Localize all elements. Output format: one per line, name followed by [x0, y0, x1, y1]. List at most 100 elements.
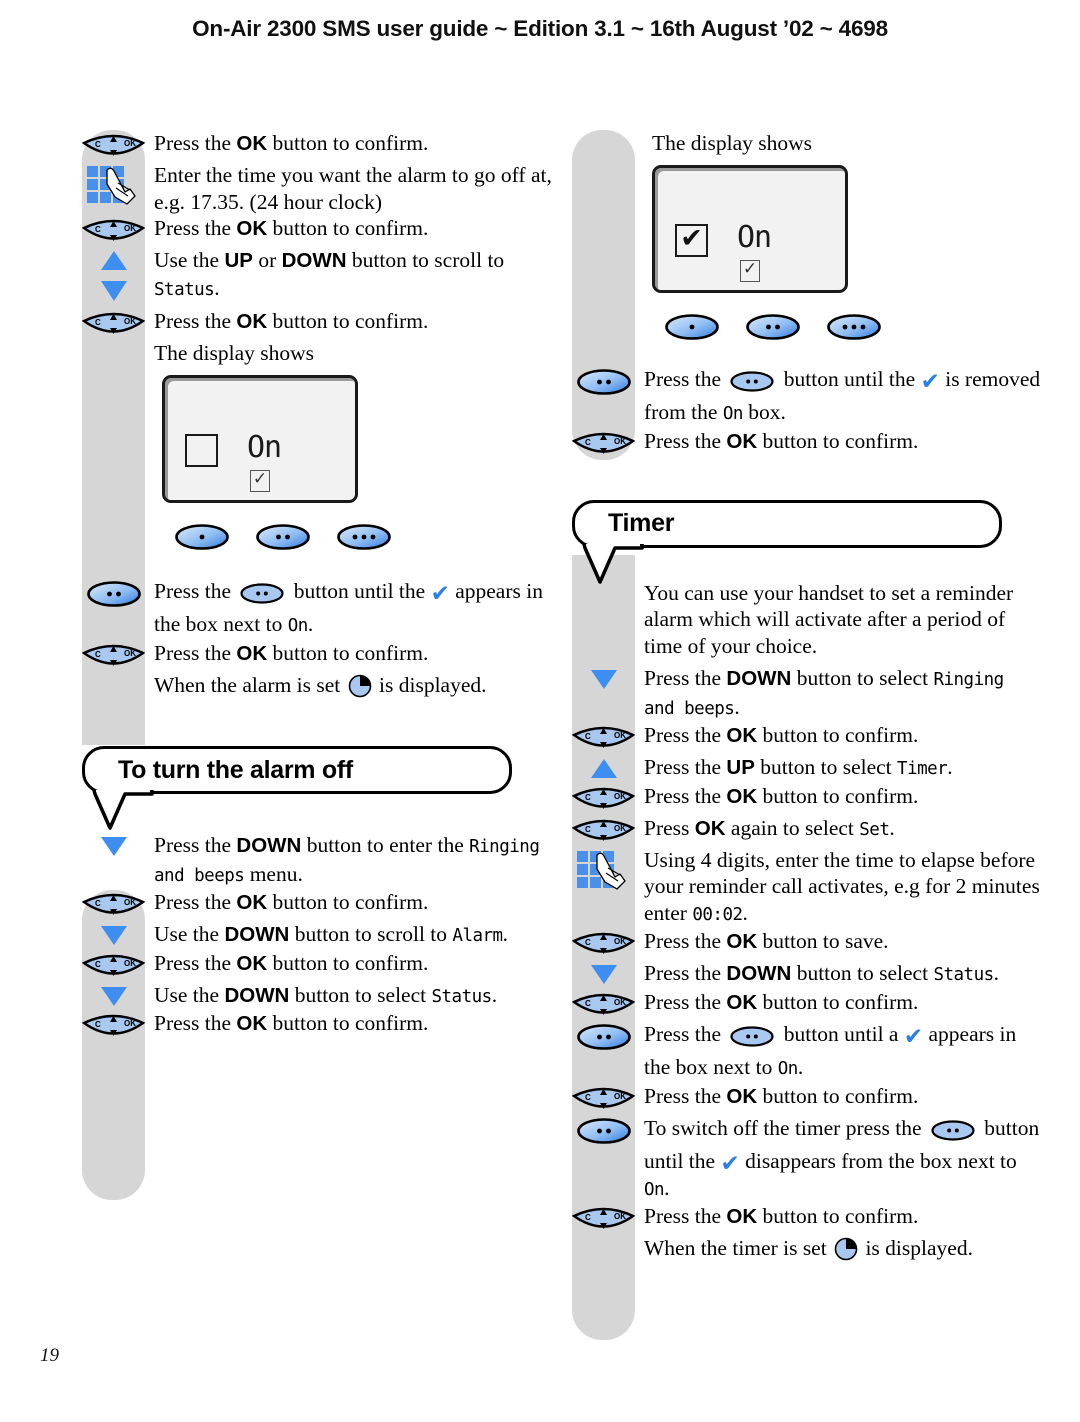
- ok-navigation-key-icon[interactable]: C OK: [82, 891, 145, 921]
- step-icon-slot: C OK: [572, 1083, 635, 1115]
- menu-item-name: Timer: [897, 759, 948, 779]
- emphasis: OK: [236, 132, 268, 155]
- timer-heading-bubble: Timer: [572, 499, 1002, 548]
- timer-intro-text: You can use your handset to set a remind…: [644, 580, 1014, 658]
- softkey-two-dot-icon[interactable]: [576, 1023, 632, 1056]
- ok-navigation-key-icon[interactable]: C OK: [82, 1012, 145, 1042]
- svg-text:OK: OK: [614, 998, 626, 1007]
- instruction-step: C OK Press the OK button to confirm.: [82, 130, 552, 162]
- softkey-three-dot-icon[interactable]: [826, 313, 882, 346]
- lcd-display-alarm-checked: ✔ On ✓: [652, 164, 848, 293]
- svg-text:C: C: [585, 1093, 591, 1102]
- instruction-step: C OK Press the OK button to confirm.: [572, 989, 1042, 1021]
- down-arrow-icon[interactable]: [100, 834, 128, 859]
- keypad-hand-icon[interactable]: [575, 849, 633, 899]
- svg-text:C: C: [95, 140, 101, 149]
- softkey-two-dot-icon[interactable]: [576, 368, 632, 401]
- softkey-two-dot-icon[interactable]: [239, 582, 285, 612]
- softkey-one-dot-icon[interactable]: [174, 523, 230, 556]
- ok-navigation-key-icon[interactable]: C OK: [572, 930, 635, 960]
- softkey-two-dot-icon[interactable]: [729, 1025, 775, 1055]
- softkey-two-dot-icon[interactable]: [576, 1117, 632, 1150]
- menu-item-name: On: [777, 1059, 799, 1079]
- svg-text:OK: OK: [614, 731, 626, 740]
- instruction-step: Press the button until the ✔ is removed …: [572, 366, 1042, 428]
- menu-item-name: On: [287, 616, 309, 636]
- softkey-one-dot-icon[interactable]: [664, 313, 720, 346]
- bubble-tail-icon: [92, 790, 154, 830]
- softkey-two-dot-icon[interactable]: [745, 313, 801, 346]
- step-icon-slot: [82, 921, 145, 948]
- down-arrow-icon[interactable]: [100, 984, 128, 1009]
- ok-navigation-key-icon[interactable]: C OK: [82, 217, 145, 247]
- emphasis: OK: [726, 930, 758, 953]
- emphasis: OK: [236, 310, 268, 333]
- emphasis: OK: [694, 816, 726, 840]
- ok-navigation-key-icon[interactable]: C OK: [572, 430, 635, 460]
- svg-text:OK: OK: [614, 824, 626, 833]
- alarm-off-heading-group: To turn the alarm off: [82, 746, 512, 830]
- step-text: Use the DOWN button to scroll to Alarm.: [154, 922, 508, 946]
- down-arrow-icon[interactable]: [590, 962, 618, 987]
- svg-text:OK: OK: [124, 139, 136, 148]
- instruction-step: When the alarm is set is displayed.: [82, 672, 552, 705]
- ok-navigation-key-icon[interactable]: C OK: [572, 724, 635, 754]
- step-text: When the alarm is set is displayed.: [145, 672, 552, 705]
- instruction-step: C OK Press the OK button to confirm.: [82, 950, 552, 982]
- instruction-step: Press the button until a ✔ appears in th…: [572, 1021, 1042, 1083]
- ok-navigation-key-icon[interactable]: C OK: [82, 310, 145, 340]
- step-icon-slot: C OK: [572, 928, 635, 960]
- softkey-two-dot-icon[interactable]: [86, 580, 142, 613]
- step-icon-slot: [82, 832, 145, 859]
- keypad-hand-icon[interactable]: [85, 164, 143, 214]
- step-text: When the timer is set is displayed.: [635, 1235, 1042, 1268]
- step-text: Press the UP button to select Timer.: [644, 755, 953, 779]
- svg-text:C: C: [95, 1020, 101, 1029]
- instruction-step: C OK Press the OK button to confirm.: [82, 215, 552, 247]
- step-icon-slot: C OK: [82, 130, 145, 162]
- instruction-step: C OK Press the OK button to confirm.: [572, 428, 1042, 460]
- up-down-arrows-icon[interactable]: [100, 249, 128, 308]
- ok-navigation-key-icon[interactable]: C OK: [572, 1205, 635, 1235]
- menu-item-name: On: [644, 1179, 665, 1200]
- down-arrow-icon[interactable]: [100, 923, 128, 948]
- step-icon-slot: C OK: [82, 215, 145, 247]
- menu-item-name: Alarm: [452, 926, 503, 946]
- step-icon-slot: [82, 982, 145, 1009]
- ok-navigation-key-icon[interactable]: C OK: [82, 132, 145, 162]
- down-arrow-icon[interactable]: [590, 667, 618, 692]
- svg-text:OK: OK: [614, 1212, 626, 1221]
- emphasis: OK: [236, 217, 268, 240]
- emphasis: DOWN: [224, 923, 290, 946]
- instruction-step: C OK Press OK again to select Set.: [572, 815, 1042, 847]
- up-arrow-icon[interactable]: [590, 756, 618, 781]
- step-icon-slot: C OK: [82, 889, 145, 921]
- step-icon-slot: [82, 247, 145, 308]
- ok-navigation-key-icon[interactable]: C OK: [572, 785, 635, 815]
- ok-navigation-key-icon[interactable]: C OK: [572, 991, 635, 1021]
- svg-text:C: C: [585, 438, 591, 447]
- menu-item-name: Ringing and beeps: [644, 670, 1004, 719]
- emphasis: DOWN: [726, 962, 792, 985]
- step-icon-slot: [572, 847, 635, 899]
- left-steps-bottom: Press the button until the ✔ appears in …: [82, 578, 552, 705]
- svg-text:OK: OK: [614, 437, 626, 446]
- softkey-two-dot-icon[interactable]: [729, 370, 775, 400]
- bubble-tail-icon: [582, 543, 644, 584]
- ok-navigation-key-icon[interactable]: C OK: [572, 817, 635, 847]
- page-number: 19: [40, 1345, 59, 1366]
- softkey-two-dot-icon[interactable]: [255, 523, 311, 556]
- step-text: Press the DOWN button to enter the Ringi…: [154, 833, 540, 886]
- ok-navigation-key-icon[interactable]: C OK: [82, 952, 145, 982]
- softkey-three-dot-icon[interactable]: [336, 523, 392, 556]
- instruction-step: The display shows: [82, 340, 552, 367]
- instruction-step: Use the DOWN button to select Status.: [82, 982, 552, 1011]
- softkey-two-dot-icon[interactable]: [930, 1119, 976, 1149]
- clock-icon: [348, 674, 372, 705]
- lcd-status-checkbox: [185, 433, 218, 467]
- emphasis: DOWN: [726, 667, 792, 690]
- step-text: Press the OK button to confirm.: [644, 989, 919, 1014]
- ok-navigation-key-icon[interactable]: C OK: [572, 1085, 635, 1115]
- emphasis: OK: [236, 891, 268, 914]
- ok-navigation-key-icon[interactable]: C OK: [82, 642, 145, 672]
